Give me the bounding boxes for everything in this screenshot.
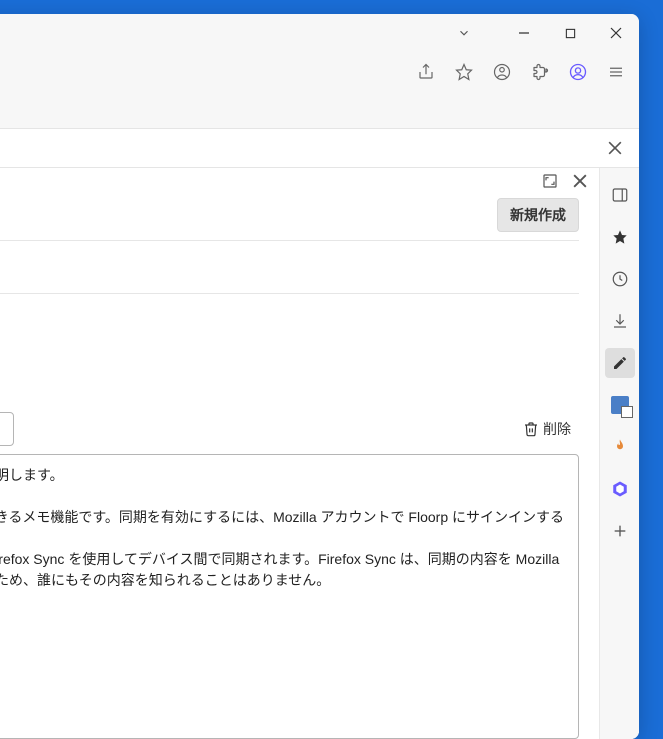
note-editor-header: 削除: [0, 404, 579, 454]
addressbar-row: [0, 92, 639, 128]
notes-wrap: Floorp Notes BETA 新規作成 Floorp Notes へようこ…: [0, 194, 595, 739]
note-title-input[interactable]: [0, 412, 14, 446]
profile-icon[interactable]: [563, 57, 593, 87]
account-icon[interactable]: [487, 57, 517, 87]
browser-window: タを選択(C) ❯ が: [0, 14, 639, 739]
sidebar-translate-icon[interactable]: [605, 390, 635, 420]
note-list: Floorp Notes へようこそ！: [0, 241, 579, 293]
trash-icon: [523, 421, 539, 437]
bookmark-star-icon[interactable]: [449, 57, 479, 87]
right-sidebar: [599, 168, 639, 739]
sidebar-bookmarks-icon[interactable]: [605, 222, 635, 252]
app-menu-icon[interactable]: [601, 57, 631, 87]
findbar: タを選択(C): [0, 128, 639, 168]
sidebar-panel-icon[interactable]: [605, 180, 635, 210]
share-icon[interactable]: [411, 57, 441, 87]
content-row: ❯ が Floorp Notes BETA 新規作成: [0, 168, 639, 739]
toolbar: [0, 52, 639, 92]
window-close-button[interactable]: [593, 14, 639, 52]
sidebar-notes-icon[interactable]: [605, 348, 635, 378]
notes-header: Floorp Notes BETA 新規作成: [0, 198, 579, 240]
sidebar-downloads-icon[interactable]: [605, 306, 635, 336]
titlebar: [0, 14, 639, 52]
panel-expand-icon[interactable]: [539, 170, 561, 192]
delete-label: 削除: [543, 419, 571, 439]
window-minimize-button[interactable]: [501, 14, 547, 52]
delete-note-button[interactable]: 削除: [515, 413, 579, 445]
panel-controls: [0, 168, 595, 194]
note-body-textarea[interactable]: Floorp Notes へようこそ！使い方を説明します。 Floorp Not…: [0, 454, 579, 739]
note-list-item[interactable]: Floorp Notes へようこそ！: [0, 251, 579, 283]
new-note-button[interactable]: 新規作成: [497, 198, 579, 232]
findbar-close-button[interactable]: [601, 134, 629, 162]
sidebar-addon-icon[interactable]: [605, 432, 635, 462]
sidebar-history-icon[interactable]: [605, 264, 635, 294]
sidebar-add-icon[interactable]: [605, 516, 635, 546]
panel-close-icon[interactable]: [569, 170, 591, 192]
notes-panel: Floorp Notes BETA 新規作成 Floorp Notes へようこ…: [0, 168, 599, 739]
tab-overflow-chevron-icon[interactable]: [457, 26, 471, 40]
window-maximize-button[interactable]: [547, 14, 593, 52]
sidebar-webapp-icon[interactable]: [605, 474, 635, 504]
extensions-icon[interactable]: [525, 57, 555, 87]
